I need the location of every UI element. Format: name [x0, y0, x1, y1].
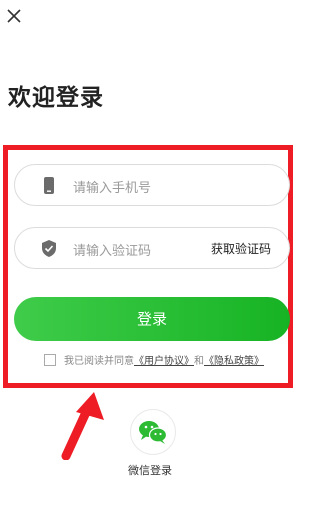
page-title: 欢迎登录 — [8, 85, 104, 111]
privacy-policy-link[interactable]: 《隐私政策》 — [204, 356, 264, 367]
close-button[interactable] — [4, 6, 24, 26]
phone-field[interactable]: 请输入手机号 — [14, 164, 290, 206]
phone-placeholder: 请输入手机号 — [73, 181, 152, 196]
shield-icon — [42, 240, 56, 257]
code-field[interactable]: 请输入验证码 获取验证码 — [14, 227, 290, 269]
wechat-login-button[interactable] — [130, 409, 176, 455]
user-agreement-link[interactable]: 《用户协议》 — [134, 356, 194, 367]
login-button[interactable]: 登录 — [14, 297, 290, 341]
code-placeholder: 请输入验证码 — [73, 244, 152, 259]
close-icon — [7, 9, 21, 23]
agreement-prefix: 我已阅读并同意 — [64, 356, 134, 367]
agreement-checkbox[interactable] — [44, 354, 56, 366]
wechat-login-label: 微信登录 — [128, 464, 172, 477]
agreement-and: 和 — [194, 356, 204, 367]
arrow-annotation — [61, 392, 104, 460]
agreement-row: 我已阅读并同意《用户协议》和《隐私政策》 — [44, 352, 264, 367]
phone-icon — [44, 177, 54, 194]
wechat-icon — [139, 421, 168, 444]
get-code-button[interactable]: 获取验证码 — [211, 240, 271, 257]
